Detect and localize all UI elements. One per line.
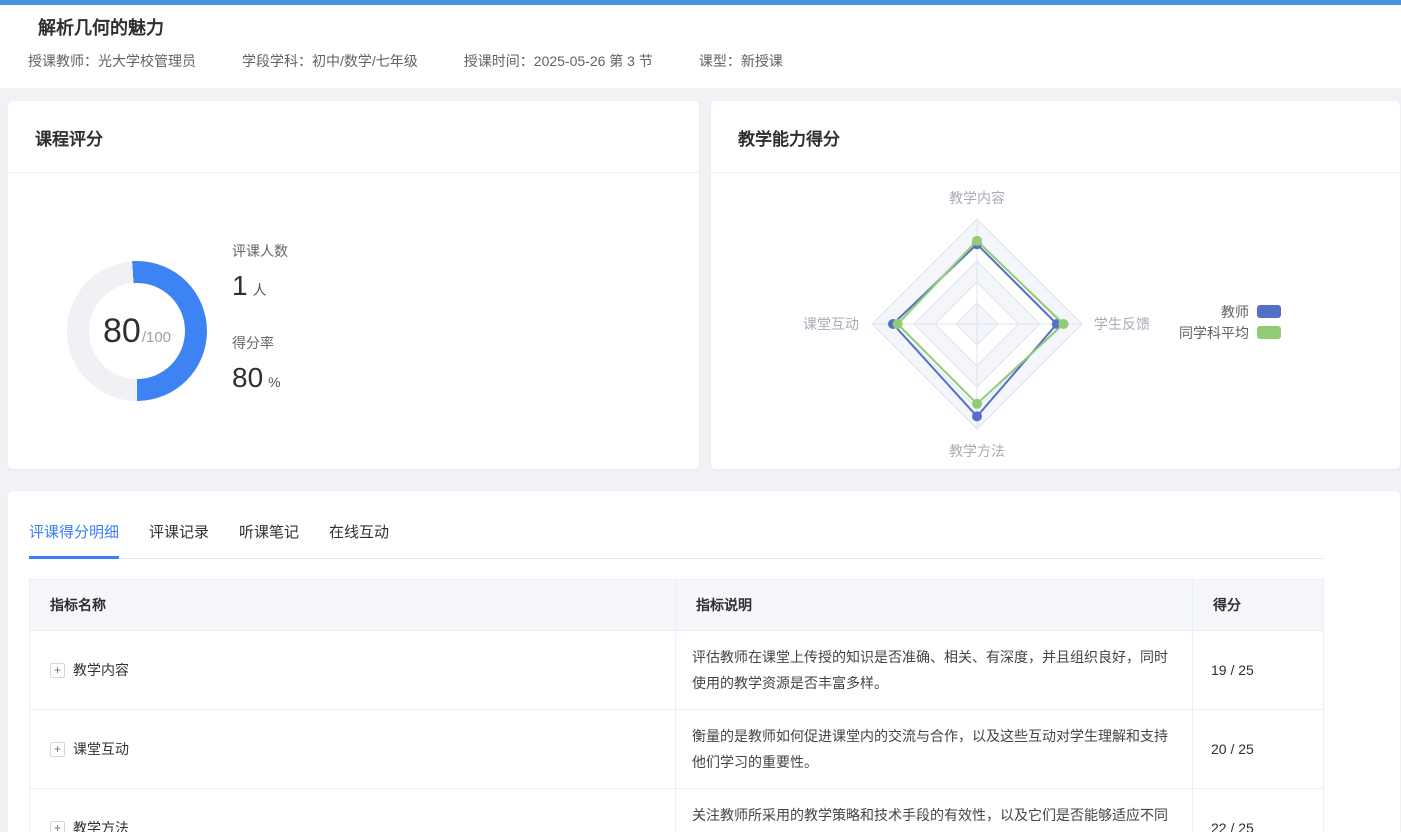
legend-swatch-icon: [1257, 305, 1281, 318]
radar-legend: 教师同学科平均: [1061, 303, 1281, 345]
table-column-header: 指标名称: [30, 580, 676, 631]
indicator-desc-cell: 衡量的是教师如何促进课堂内的交流与合作，以及这些互动对学生理解和支持他们学习的重…: [676, 710, 1193, 789]
indicator-desc-cell: 评估教师在课堂上传授的知识是否准确、相关、有深度，并且组织良好，同时使用的教学资…: [676, 631, 1193, 710]
page-header: 解析几何的魅力 授课教师：光大学校管理员 学段学科：初中/数学/七年级 授课时间：2…: [0, 5, 1401, 88]
meta-value: 新授课: [741, 53, 783, 69]
stat-value: 80%: [232, 361, 288, 399]
table-row: + 教学方法 关注教师所采用的教学策略和技术手段的有效性，以及它们是否能够适应不同的…: [30, 789, 1324, 832]
header-meta: 授课教师：光大学校管理员 学段学科：初中/数学/七年级 授课时间：2025-05-2…: [0, 41, 1401, 71]
tab-item[interactable]: 评课得分明细: [29, 521, 119, 559]
meta-value: 2025-05-26 第 3 节: [534, 53, 653, 69]
radar-chart: [711, 101, 1401, 470]
legend-label: 同学科平均: [1179, 323, 1249, 343]
course-score-card: 课程评分 80 /100 评课人数 1人得分率 80%: [7, 100, 700, 470]
page-title: 解析几何的魅力: [0, 5, 1401, 41]
main-content: 课程评分 80 /100 评课人数1人得分率80% 教学能力得分 教学内容学生反…: [0, 100, 1401, 470]
score-donut-chart: 80 /100: [67, 261, 207, 401]
indicator-name: 教学方法: [73, 818, 129, 832]
legend-item[interactable]: 同学科平均: [1061, 324, 1281, 341]
tab-bar: 评课得分明细评课记录听课笔记在线互动: [29, 521, 1323, 559]
meta-label: 授课时间：: [464, 53, 534, 69]
radar-axis-label: 教学方法: [949, 441, 1005, 461]
tab-item[interactable]: 在线互动: [329, 521, 389, 559]
meta-item: 学段学科：初中/数学/七年级: [242, 51, 418, 71]
score-donut-label: 80 /100: [67, 261, 207, 401]
indicator-desc-cell: 关注教师所采用的教学策略和技术手段的有效性，以及它们是否能够适应不同的学习风格和…: [676, 789, 1193, 832]
stat-label: 评课人数: [232, 241, 288, 261]
indicator-name-cell: + 教学方法: [30, 789, 676, 832]
stat-unit: %: [268, 374, 280, 390]
legend-label: 教师: [1221, 302, 1249, 322]
score-max: /100: [142, 329, 171, 346]
score-stats: 评课人数 1人得分率 80%: [232, 241, 288, 399]
stat-block: 评课人数 1人: [232, 241, 288, 307]
table-row: + 课堂互动 衡量的是教师如何促进课堂内的交流与合作，以及这些互动对学生理解和支持他…: [30, 710, 1324, 789]
legend-swatch-icon: [1257, 326, 1281, 339]
indicator-name: 教学内容: [73, 660, 129, 680]
radar-axis-label: 教学内容: [949, 188, 1005, 208]
tab-item[interactable]: 评课记录: [149, 521, 209, 559]
meta-item: 课型：新授课: [699, 51, 783, 71]
indicator-score-cell: 19 / 25: [1193, 631, 1324, 710]
course-score-title: 课程评分: [8, 101, 699, 173]
indicator-name-cell: + 课堂互动: [30, 710, 676, 789]
legend-item[interactable]: 教师: [1061, 303, 1281, 320]
indicator-table: 指标名称指标说明得分 + 教学内容 评估教师在课堂上传授的知识是否准确、相关、有深度…: [29, 579, 1324, 832]
indicator-name: 课堂互动: [73, 739, 129, 759]
meta-label: 学段学科：: [242, 53, 312, 69]
meta-item: 授课教师：光大学校管理员: [28, 51, 196, 71]
stat-value: 1人: [232, 269, 288, 307]
expand-icon[interactable]: +: [50, 663, 65, 678]
table-column-header: 指标说明: [676, 580, 1193, 631]
stat-unit: 人: [253, 282, 267, 298]
tab-item[interactable]: 听课笔记: [239, 521, 299, 559]
indicator-score-cell: 20 / 25: [1193, 710, 1324, 789]
meta-label: 授课教师：: [28, 53, 98, 69]
table-column-header: 得分: [1193, 580, 1324, 631]
meta-value: 初中/数学/七年级: [312, 53, 418, 69]
table-header-row: 指标名称指标说明得分: [30, 580, 1324, 631]
meta-value: 光大学校管理员: [98, 53, 196, 69]
stat-block: 得分率 80%: [232, 333, 288, 399]
meta-item: 授课时间：2025-05-26 第 3 节: [464, 51, 653, 71]
teaching-ability-card: 教学能力得分 教学内容学生反馈教学方法课堂互动 教师同学科平均: [710, 100, 1401, 470]
table-row: + 教学内容 评估教师在课堂上传授的知识是否准确、相关、有深度，并且组织良好，同时使…: [30, 631, 1324, 710]
detail-panel: 评课得分明细评课记录听课笔记在线互动 指标名称指标说明得分 + 教学内容 评估教师在…: [7, 490, 1401, 832]
stat-label: 得分率: [232, 333, 288, 353]
score-value: 80: [103, 314, 141, 348]
meta-label: 课型：: [699, 53, 741, 69]
indicator-score-cell: 22 / 25: [1193, 789, 1324, 832]
expand-icon[interactable]: +: [50, 742, 65, 757]
radar-axis-label: 课堂互动: [803, 314, 859, 334]
expand-icon[interactable]: +: [50, 821, 65, 832]
indicator-name-cell: + 教学内容: [30, 631, 676, 710]
